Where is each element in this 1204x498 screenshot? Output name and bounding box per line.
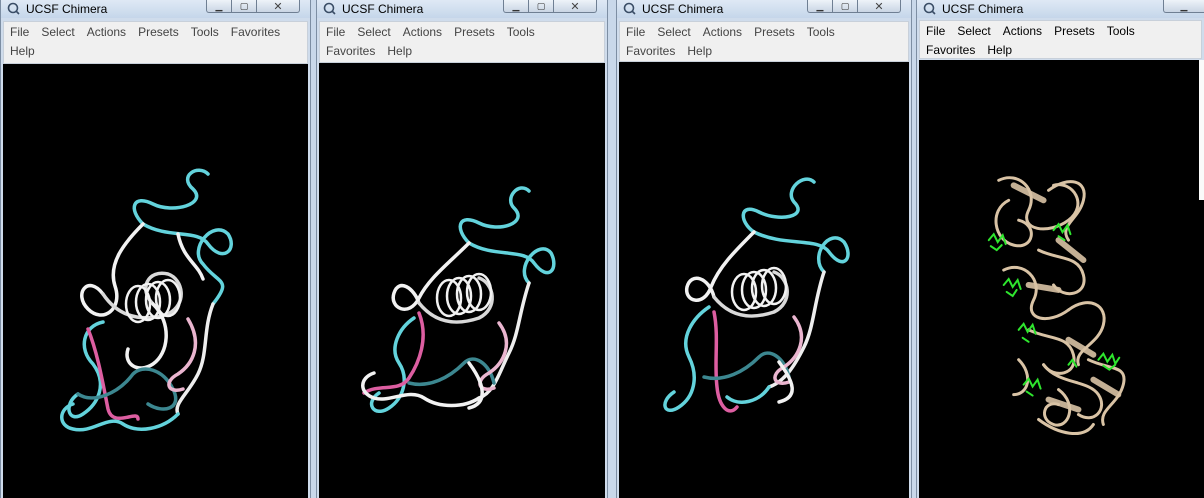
chimera-app-icon (7, 2, 20, 15)
menu-file[interactable]: File (626, 23, 645, 42)
maximize-icon[interactable]: ▢ (232, 0, 257, 13)
menu-actions[interactable]: Actions (703, 23, 742, 42)
menu-select[interactable]: Select (357, 23, 390, 42)
title-bar[interactable]: UCSF Chimera ▁ ▢ ✕ (317, 0, 607, 18)
menu-presets[interactable]: Presets (1054, 22, 1095, 41)
menu-file[interactable]: File (926, 22, 945, 41)
menu-presets[interactable]: Presets (754, 23, 795, 42)
menu-help[interactable]: Help (987, 41, 1012, 60)
graphics-viewport[interactable] (319, 63, 605, 498)
minimize-icon[interactable]: ▁ (206, 0, 232, 13)
menu-help[interactable]: Help (687, 42, 712, 61)
chimera-window-1[interactable]: UCSF Chimera ▁ ▢ ✕ File Select Actions Pres… (0, 0, 311, 498)
chimera-window-4[interactable]: UCSF Chimera ▁ File Select Actions Presets T… (916, 0, 1204, 498)
close-icon[interactable]: ✕ (257, 0, 300, 13)
minimize-icon[interactable]: ▁ (503, 0, 529, 13)
maximize-icon[interactable]: ▢ (833, 0, 858, 13)
menu-favorites[interactable]: Favorites (231, 23, 280, 42)
menu-bar: File Select Actions Presets Tools Favorites He… (619, 21, 909, 62)
chimera-app-icon (623, 2, 636, 15)
menu-tools[interactable]: Tools (191, 23, 219, 42)
protein-ribbon-render (60, 168, 233, 432)
menu-file[interactable]: File (326, 23, 345, 42)
window-title: UCSF Chimera (342, 2, 424, 16)
menu-actions[interactable]: Actions (1003, 22, 1042, 41)
protein-ribbon-render (663, 177, 850, 413)
menu-help[interactable]: Help (387, 42, 412, 61)
menu-bar: File Select Actions Presets Tools Favorites He… (319, 21, 605, 63)
menu-favorites[interactable]: Favorites (626, 42, 675, 61)
menu-select[interactable]: Select (957, 22, 990, 41)
window-title: UCSF Chimera (942, 2, 1024, 16)
menu-tools[interactable]: Tools (507, 23, 535, 42)
window-title: UCSF Chimera (642, 2, 724, 16)
graphics-viewport[interactable] (919, 60, 1204, 498)
maximize-icon[interactable]: ▢ (529, 0, 554, 13)
close-icon[interactable]: ✕ (554, 0, 597, 13)
menu-actions[interactable]: Actions (403, 23, 442, 42)
window-title: UCSF Chimera (26, 2, 108, 16)
menu-tools[interactable]: Tools (1107, 22, 1135, 41)
graphics-viewport[interactable] (619, 62, 909, 498)
menu-actions[interactable]: Actions (87, 23, 126, 42)
menu-favorites[interactable]: Favorites (326, 42, 375, 61)
menu-select[interactable]: Select (657, 23, 690, 42)
graphics-viewport[interactable] (3, 64, 308, 498)
menu-presets[interactable]: Presets (138, 23, 179, 42)
menu-select[interactable]: Select (41, 23, 74, 42)
menu-favorites[interactable]: Favorites (926, 41, 975, 60)
chimera-app-icon (923, 2, 936, 15)
minimize-icon[interactable]: ▁ (807, 0, 833, 13)
menu-bar: File Select Actions Presets Tools Favorites He… (919, 20, 1202, 59)
title-bar[interactable]: UCSF Chimera ▁ ▢ ✕ (617, 0, 911, 18)
menu-presets[interactable]: Presets (454, 23, 495, 42)
protein-multimer-render (987, 176, 1126, 435)
close-icon[interactable]: ✕ (858, 0, 901, 13)
protein-ribbon-render (361, 186, 556, 414)
minimize-icon[interactable]: ▁ (1163, 0, 1204, 13)
title-bar[interactable]: UCSF Chimera ▁ ▢ ✕ (1, 0, 310, 18)
menu-file[interactable]: File (10, 23, 29, 42)
chimera-app-icon (323, 2, 336, 15)
chimera-window-3[interactable]: UCSF Chimera ▁ ▢ ✕ File Select Actions Pres… (616, 0, 912, 498)
chimera-window-2[interactable]: UCSF Chimera ▁ ▢ ✕ File Select Actions Pres… (316, 0, 608, 498)
menu-tools[interactable]: Tools (807, 23, 835, 42)
title-bar[interactable]: UCSF Chimera ▁ (917, 0, 1204, 18)
menu-bar: File Select Actions Presets Tools Favorites He… (3, 21, 308, 64)
menu-help[interactable]: Help (10, 42, 35, 61)
